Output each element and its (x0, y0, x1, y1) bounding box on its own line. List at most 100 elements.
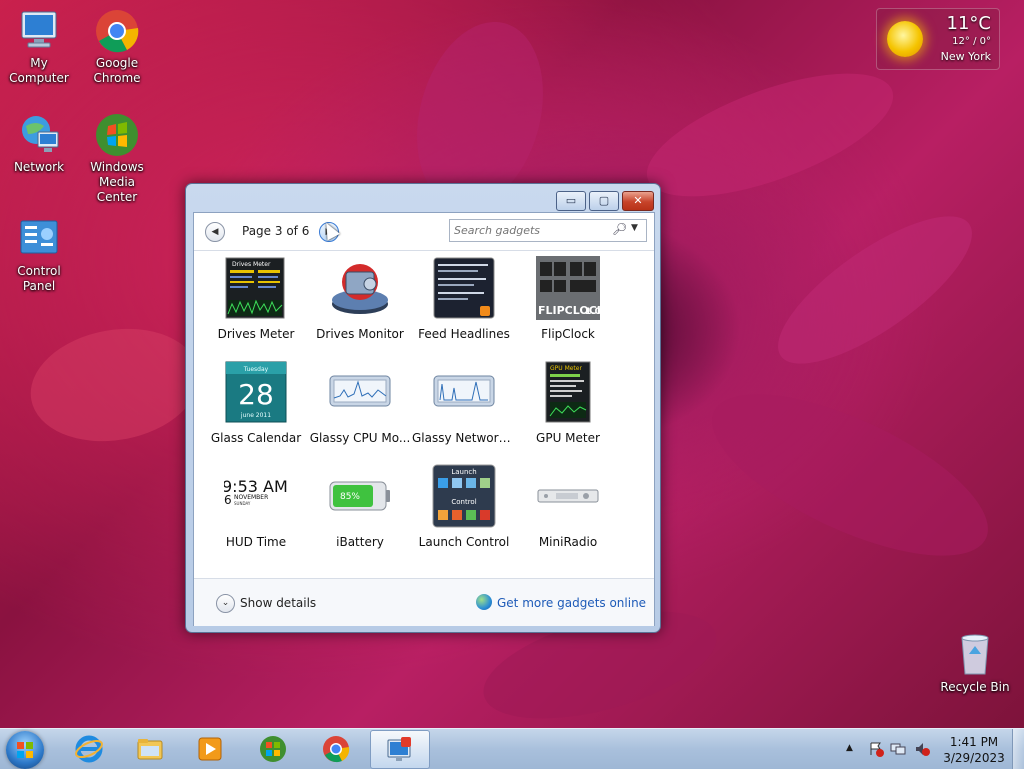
show-details-label[interactable]: Show details (240, 596, 316, 610)
drives-meter-icon: Drives Meter (224, 256, 288, 320)
start-button[interactable] (6, 731, 44, 769)
launch-control-icon: Launch Control (432, 464, 496, 528)
drives-monitor-icon (328, 256, 392, 320)
gadget-launch-control[interactable]: Launch Control Launch Control (412, 464, 516, 564)
gadget-name: iBattery (336, 535, 384, 549)
taskbar-media-center[interactable] (244, 730, 302, 767)
chrome-icon (323, 736, 350, 763)
computer-icon (16, 8, 62, 54)
hud-time-thumb-month: NOVEMBER (234, 494, 268, 501)
taskbar-file-explorer[interactable] (121, 730, 179, 767)
media-center-icon (260, 736, 286, 762)
launch-control-thumb-top: Launch (451, 468, 476, 476)
network-monitor-icon (432, 360, 496, 424)
gpu-meter-thumb-title: GPU Meter (550, 365, 582, 372)
desktop-icon-my-computer[interactable]: My Computer (0, 8, 78, 86)
action-center-icon[interactable] (868, 741, 884, 760)
gadget-flipclock[interactable]: FLIPCLOCK 1.0 FlipClock (516, 256, 620, 356)
system-clock[interactable]: 1:41 PM 3/29/2023 (939, 734, 1009, 766)
close-button[interactable]: ✕ (622, 191, 654, 211)
calendar-thumb-day: Tuesday (243, 366, 269, 373)
weather-gadget[interactable]: 11°C 12° / 0° New York (876, 8, 1000, 70)
close-icon: ✕ (633, 194, 643, 207)
maximize-button[interactable]: ▢ (589, 191, 619, 211)
taskbar-gadgets[interactable] (370, 730, 430, 769)
title-bar[interactable]: ▭ ▢ ✕ (186, 184, 660, 212)
gadget-drives-monitor[interactable]: Drives Monitor (308, 256, 412, 356)
taskbar-chrome[interactable] (307, 730, 365, 767)
wallpaper-petal (632, 48, 908, 222)
taskbar-internet-explorer[interactable] (60, 730, 118, 767)
show-desktop-button[interactable] (1012, 729, 1024, 769)
flipclock-thumb-version: 1.0 (585, 307, 600, 317)
gadget-ibattery[interactable]: 85% iBattery (308, 464, 412, 564)
gpu-meter-icon: GPU Meter (536, 360, 600, 424)
gadget-name: Glassy CPU Mo... (309, 431, 411, 445)
previous-page-button[interactable]: ◀ (205, 222, 225, 242)
desktop-icon-label: Recycle Bin (940, 680, 1010, 694)
chevron-left-icon: ◀ (211, 227, 219, 237)
wallpaper-petal (21, 316, 209, 454)
media-player-icon (198, 737, 222, 761)
folder-icon (137, 739, 163, 760)
windows-logo-icon (17, 742, 33, 758)
desktop-icon-recycle-bin[interactable]: Recycle Bin (936, 632, 1014, 695)
page-indicator: Page 3 of 6 (242, 224, 310, 238)
gadget-feed-headlines[interactable]: Feed Headlines (412, 256, 516, 356)
sun-icon (887, 21, 923, 57)
weather-temperature: 11°C (946, 13, 991, 34)
gadget-name: MiniRadio (538, 535, 598, 549)
search-input[interactable] (454, 222, 604, 238)
hud-time-thumb-day: 6 (224, 493, 232, 507)
desktop-icon-media-center[interactable]: Windows Media Center (78, 112, 156, 205)
gadget-name: GPU Meter (536, 431, 600, 445)
media-center-icon (94, 112, 140, 158)
gadget-gpu-meter[interactable]: GPU Meter GPU Meter (516, 360, 620, 460)
maximize-icon: ▢ (598, 194, 610, 207)
desktop-icon-label: Google Chrome (93, 56, 141, 85)
internet-explorer-icon (75, 735, 103, 763)
gadget-name: FlipClock (541, 327, 595, 341)
wallpaper-petal (757, 191, 993, 389)
notification-area: ▲ 1:41 PM 3/29/2023 (842, 729, 1024, 769)
show-details-button[interactable]: ⌄ (216, 594, 235, 613)
taskbar-media-player[interactable] (181, 730, 239, 767)
gadget-glassy-network-monitor[interactable]: Glassy Network ... (412, 360, 516, 460)
search-box[interactable]: 🔎︎ ▼ (449, 219, 647, 242)
gallery-footer: ⌄ Show details Get more gadgets online (194, 578, 654, 626)
gadget-hud-time[interactable]: 9:53 AM 6 NOVEMBER SUNDAY HUD Time (204, 464, 308, 564)
hud-time-thumb-weekday: SUNDAY (234, 501, 251, 506)
gadget-miniradio[interactable]: MiniRadio (516, 464, 620, 564)
control-panel-icon (16, 216, 62, 262)
search-icon[interactable]: 🔎︎ (612, 222, 627, 236)
show-hidden-icons-button[interactable]: ▲ (846, 743, 853, 753)
chevron-down-icon[interactable]: ▼ (631, 223, 638, 233)
recycle-bin-icon (952, 632, 998, 678)
clock-time: 1:41 PM (949, 735, 999, 749)
get-more-gadgets-link[interactable]: Get more gadgets online (497, 596, 646, 610)
gadget-glass-calendar[interactable]: Tuesday 28 june 2011 Glass Calendar (204, 360, 308, 460)
network-status-icon[interactable] (890, 741, 906, 760)
gadget-name: Feed Headlines (418, 327, 510, 341)
desktop-icon-google-chrome[interactable]: Google Chrome (78, 8, 156, 86)
gadget-drives-meter[interactable]: Drives Meter Drives Meter (204, 256, 308, 356)
chevron-down-icon: ⌄ (221, 598, 230, 608)
cpu-monitor-icon (328, 360, 392, 424)
volume-muted-icon[interactable] (914, 741, 930, 760)
gadget-glassy-cpu-monitor[interactable]: Glassy CPU Mo... (308, 360, 412, 460)
desktop-icon-network[interactable]: Network (0, 112, 78, 175)
desktop-icon-control-panel[interactable]: Control Panel (0, 216, 78, 294)
gadget-name: Launch Control (418, 535, 510, 549)
gadgets-icon (387, 737, 411, 761)
globe-icon (476, 594, 492, 610)
radio-icon (536, 464, 600, 528)
desktop-icon-label: Control Panel (17, 264, 61, 293)
calendar-thumb-month: june 2011 (240, 412, 271, 419)
gadget-gallery-window: ▭ ▢ ✕ ◀ Page 3 of 6 ▶ 🔎︎ ▼ Drives Meter … (185, 183, 661, 633)
desktop-icon-label: Windows Media Center (90, 160, 144, 204)
calendar-icon: Tuesday 28 june 2011 (224, 360, 288, 424)
flipclock-icon: FLIPCLOCK 1.0 (536, 256, 606, 320)
minimize-button[interactable]: ▭ (556, 191, 586, 211)
hud-time-icon: 9:53 AM 6 NOVEMBER SUNDAY (222, 464, 288, 528)
calendar-thumb-date: 28 (238, 378, 274, 411)
